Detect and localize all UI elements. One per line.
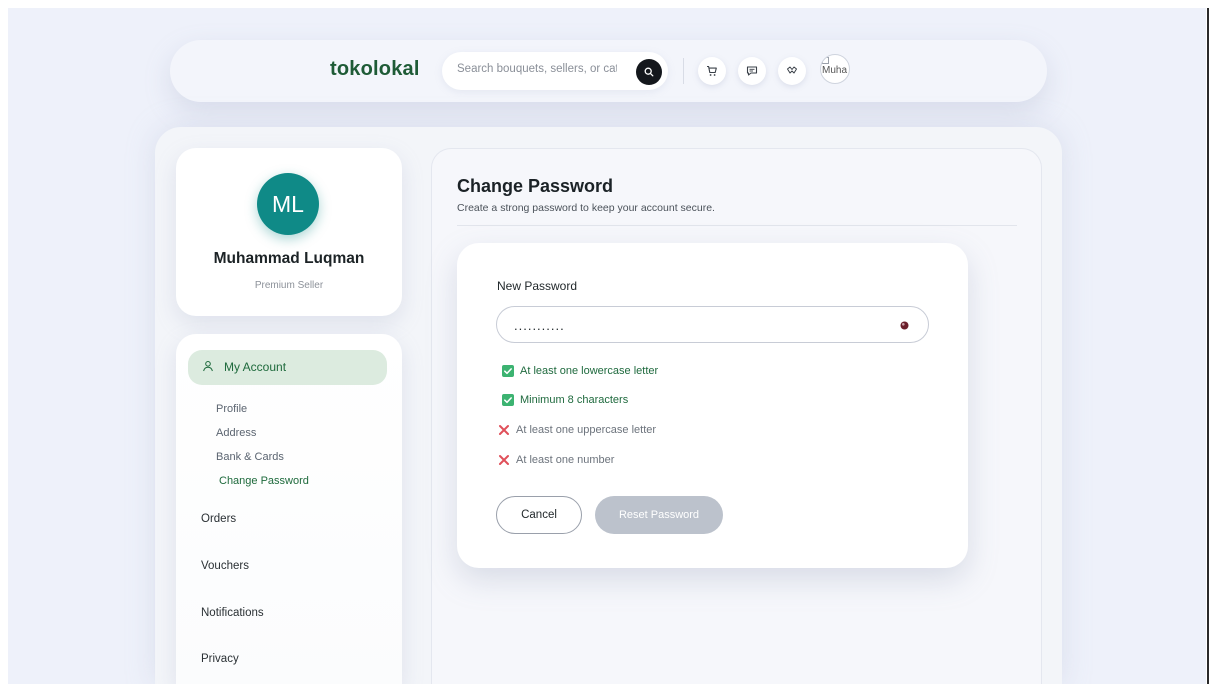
sidebar-item-label: My Account [224, 360, 287, 374]
window-edge [1207, 8, 1209, 684]
page-title: Change Password [457, 176, 614, 196]
sidebar-subitem-bank-cards[interactable]: Bank & Cards [216, 451, 284, 463]
search-bar [442, 52, 668, 90]
new-password-label: New Password [497, 279, 578, 293]
rule-text: At least one uppercase letter [516, 424, 657, 436]
sidebar-subitem-profile[interactable]: Profile [216, 403, 247, 415]
profile-name: Muhammad Luqman [213, 250, 365, 267]
rule-text: At least one number [516, 454, 615, 466]
cart-icon [707, 65, 717, 76]
page-subtitle: Create a strong password to keep your ac… [457, 202, 715, 214]
rule-min-length: Minimum 8 characters [502, 392, 628, 408]
search-icon [644, 67, 654, 77]
rule-number: At least one number [498, 452, 614, 468]
chat-icon [746, 66, 758, 76]
toggle-visibility-icon[interactable] [899, 320, 910, 331]
sidebar-item-orders[interactable]: Orders [201, 513, 236, 525]
change-password-form: New Password At least one lowercase lett… [457, 243, 968, 568]
sidebar-item-vouchers[interactable]: Vouchers [201, 560, 249, 572]
rule-lowercase: At least one lowercase letter [502, 363, 658, 379]
sidebar-item-privacy[interactable]: Privacy [201, 653, 239, 665]
cart-button[interactable] [698, 57, 726, 85]
check-icon [502, 394, 514, 406]
messages-button[interactable] [738, 57, 766, 85]
user-icon [203, 361, 213, 372]
search-button[interactable] [636, 59, 662, 85]
sidebar-subitem-change-password[interactable]: Change Password [219, 475, 309, 487]
user-avatar[interactable]: Muha [820, 54, 850, 84]
sidebar-item-my-account[interactable]: My Account [188, 350, 387, 385]
rule-text: At least one lowercase letter [520, 365, 659, 377]
rule-uppercase: At least one uppercase letter [498, 422, 656, 438]
profile-role: Premium Seller [254, 280, 324, 291]
sidebar-subitem-address[interactable]: Address [216, 427, 256, 439]
top-navbar: tokolokal Muha [170, 40, 1047, 102]
sidebar-item-notifications[interactable]: Notifications [201, 607, 264, 619]
broken-image-icon [822, 57, 829, 64]
cross-icon [498, 454, 510, 466]
brand-logo[interactable]: tokolokal [330, 58, 420, 81]
avatar-alt-text: Muha [822, 65, 848, 76]
new-password-field [496, 306, 929, 343]
profile-card: ML Muhammad Luqman Premium Seller [176, 148, 402, 316]
profile-avatar[interactable]: ML [257, 173, 319, 235]
wishlist-button[interactable] [778, 57, 806, 85]
new-password-input[interactable] [514, 315, 874, 335]
cross-icon [498, 424, 510, 436]
check-icon [502, 365, 514, 377]
rule-text: Minimum 8 characters [520, 394, 629, 406]
reset-password-button[interactable]: Reset Password [595, 496, 723, 534]
search-input[interactable] [457, 63, 617, 75]
compare-icon [787, 66, 797, 74]
cancel-button[interactable]: Cancel [496, 496, 582, 534]
title-divider [457, 225, 1017, 226]
sidebar-nav: My Account Profile Address Bank & Cards … [176, 334, 402, 684]
header-divider [683, 58, 684, 84]
